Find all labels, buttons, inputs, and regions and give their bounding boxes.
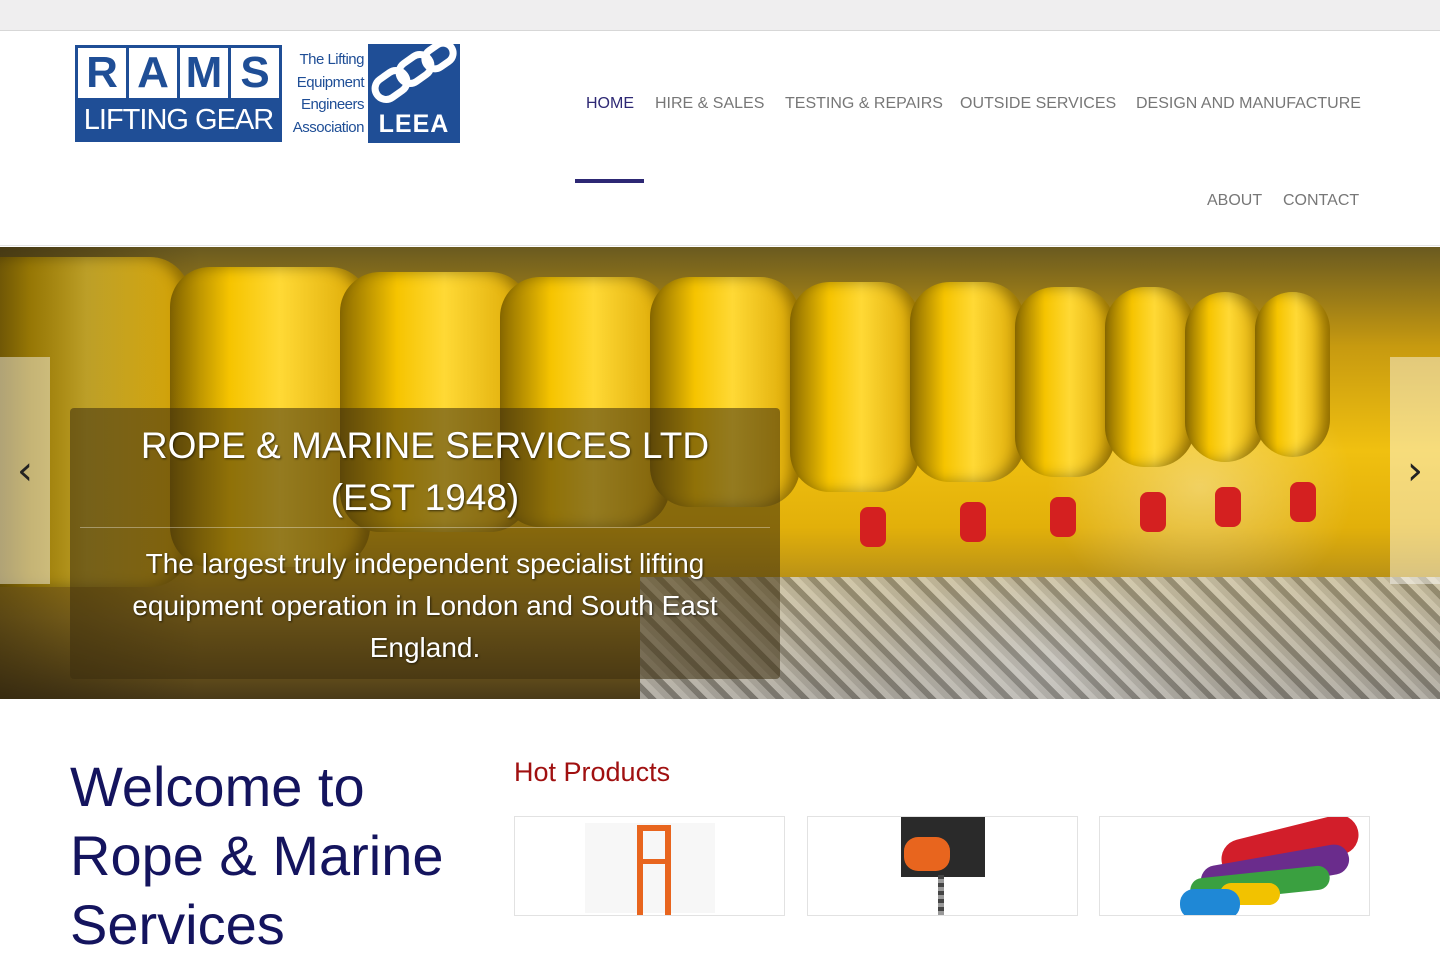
product-card[interactable] [514,816,785,916]
product-image-part [938,875,944,915]
nav-design-manufacture[interactable]: DESIGN AND MANUFACTURE [1136,95,1361,113]
nav-outside-services[interactable]: OUTSIDE SERVICES [960,95,1116,113]
hero-caption: ROPE & MARINE SERVICES LTD (EST 1948) Th… [70,408,780,679]
hero-red-hook [1140,492,1166,532]
welcome-line: Welcome to [70,755,365,818]
hot-products-title: Hot Products [514,757,671,787]
nav-hire-sales[interactable]: HIRE & SALES [655,95,764,113]
hero-hoist [1255,292,1330,457]
hero-title-line: (EST 1948) [330,477,520,518]
hero-red-hook [960,502,986,542]
nav-about[interactable]: ABOUT [1207,192,1262,210]
main-navigation: HOME HIRE & SALES TESTING & REPAIRS OUTS… [0,31,1440,246]
slider-next-button[interactable]: › [1390,357,1440,584]
product-image-part [665,825,671,915]
hero-hoist [1185,292,1265,462]
caption-divider [80,527,770,528]
product-image-part [1180,889,1240,915]
hero-hoist [1015,287,1115,477]
product-card[interactable] [1099,816,1370,916]
chevron-right-icon: › [1407,447,1423,494]
hero-hoist [1105,287,1195,467]
product-card[interactable] [807,816,1078,916]
welcome-line: Rope & Marine [70,824,444,887]
product-image-part [637,825,643,915]
hero-slider: ‹ › ROPE & MARINE SERVICES LTD (EST 1948… [0,247,1440,699]
product-image-part [637,825,671,831]
hero-red-hook [1215,487,1241,527]
hero-hoist [910,282,1025,482]
chevron-left-icon: ‹ [17,447,33,494]
hero-title-line: ROPE & MARINE SERVICES LTD [140,425,710,466]
nav-active-indicator [575,179,644,183]
welcome-heading: Welcome to Rope & Marine Services [70,752,490,959]
product-image-part [904,837,950,871]
hero-hoist [790,282,920,492]
hero-red-hook [1050,497,1076,537]
product-image-part [637,859,671,864]
nav-testing-repairs[interactable]: TESTING & REPAIRS [785,95,943,113]
hero-red-hook [860,507,886,547]
hero-title: ROPE & MARINE SERVICES LTD (EST 1948) [70,420,780,524]
hero-red-hook [1290,482,1316,522]
hero-text: The largest truly independent specialist… [132,548,718,663]
slider-prev-button[interactable]: ‹ [0,357,50,584]
browser-top-strip [0,0,1440,31]
welcome-line: Services [70,893,285,956]
nav-home[interactable]: HOME [586,95,634,113]
nav-contact[interactable]: CONTACT [1283,192,1359,210]
